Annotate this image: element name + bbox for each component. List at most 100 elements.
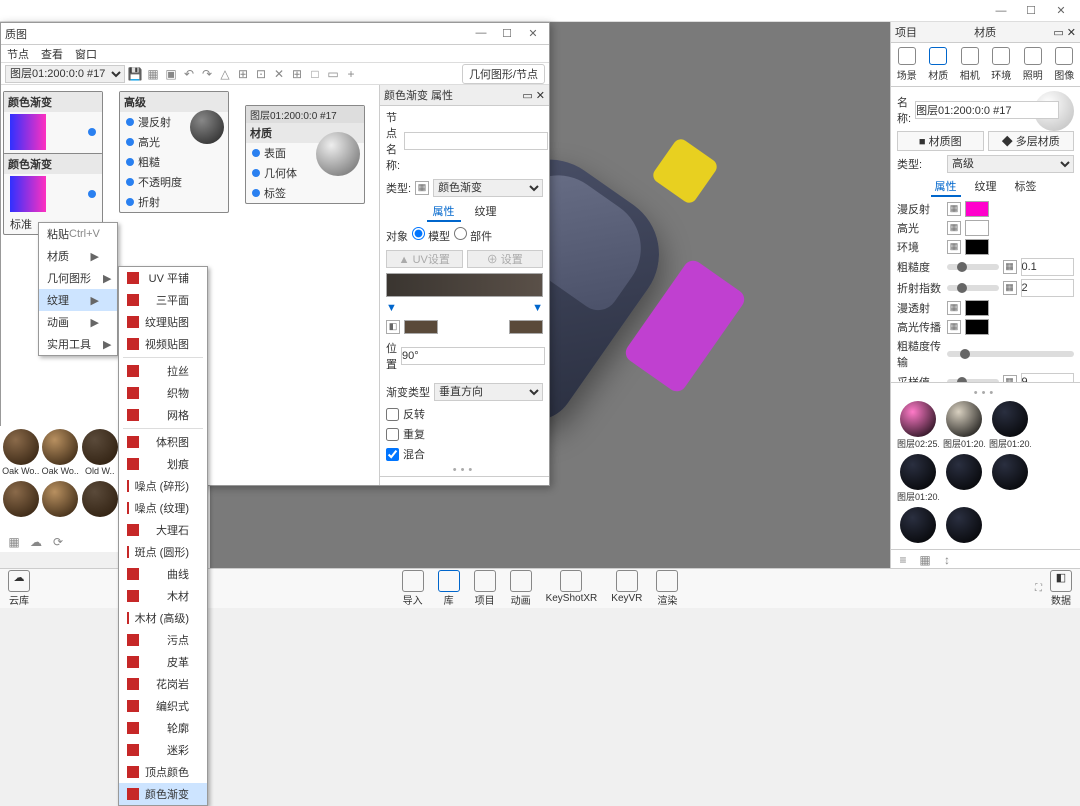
submenu-item[interactable]: UV 平铺 bbox=[119, 267, 207, 289]
close-button[interactable]: ✕ bbox=[1046, 1, 1076, 21]
chk-invert[interactable]: 反转 bbox=[380, 404, 549, 424]
menu-item[interactable]: 粘贴Ctrl+V bbox=[39, 223, 117, 245]
bottom-tab[interactable]: 库 bbox=[438, 570, 460, 607]
panel-tab[interactable]: 环境 bbox=[986, 47, 1018, 82]
menu-item[interactable]: 实用工具▶ bbox=[39, 333, 117, 355]
gradient-preview[interactable] bbox=[386, 273, 543, 297]
maximize-icon[interactable]: ☐ bbox=[495, 27, 519, 40]
submenu-item[interactable]: 颜色渐变 bbox=[119, 783, 207, 805]
close-icon[interactable]: ✕ bbox=[521, 27, 545, 40]
tool-icon[interactable]: ⊞ bbox=[235, 66, 251, 82]
tool-icon[interactable]: △ bbox=[217, 66, 233, 82]
data-button[interactable]: ◧数据 bbox=[1050, 570, 1072, 607]
grid-icon[interactable]: ▦ bbox=[917, 552, 933, 568]
position-input[interactable] bbox=[401, 347, 545, 365]
submenu-item[interactable]: 编织式 bbox=[119, 695, 207, 717]
slider[interactable] bbox=[947, 264, 999, 270]
list-icon[interactable]: ≡ bbox=[895, 552, 911, 568]
undock-icon[interactable]: ▭ bbox=[1053, 27, 1063, 39]
slider[interactable] bbox=[947, 285, 999, 291]
radio-model[interactable]: 模型 bbox=[412, 227, 450, 244]
submenu-item[interactable]: 划痕 bbox=[119, 453, 207, 475]
value-input[interactable] bbox=[1021, 258, 1075, 276]
color-swatch[interactable] bbox=[965, 239, 989, 255]
material-sphere[interactable]: 图层01:20.. bbox=[943, 401, 985, 450]
material-select[interactable]: 图层01:200:0:0 #17 bbox=[5, 65, 125, 83]
panel-tab[interactable]: 场景 bbox=[891, 47, 923, 82]
material-sphere[interactable]: 图层02:25.. bbox=[897, 401, 939, 450]
node-advanced[interactable]: 高级 漫反射 高光 粗糙 不透明度 折射 bbox=[119, 91, 229, 213]
chk-blend[interactable]: 混合 bbox=[380, 444, 549, 464]
menu-view[interactable]: 查看 bbox=[41, 46, 63, 62]
multilayer-button[interactable]: ◆ 多层材质 bbox=[988, 131, 1075, 151]
type-select[interactable]: 颜色渐变 bbox=[433, 179, 543, 197]
submenu-item[interactable]: 体积图 bbox=[119, 431, 207, 453]
slider[interactable] bbox=[947, 351, 1074, 357]
submenu-item[interactable]: 噪点 (纹理) bbox=[119, 497, 207, 519]
submenu-item[interactable]: 污点 bbox=[119, 629, 207, 651]
submenu-item[interactable]: 织物 bbox=[119, 382, 207, 404]
material-sphere[interactable] bbox=[943, 507, 985, 543]
refresh-icon[interactable]: ⟳ bbox=[50, 534, 66, 550]
cloud-library-button[interactable]: ☁云库 bbox=[8, 570, 30, 607]
subtab-label[interactable]: 标签 bbox=[1011, 177, 1041, 197]
tool-icon[interactable]: ▭ bbox=[325, 66, 341, 82]
bottom-tab[interactable]: 导入 bbox=[402, 570, 424, 607]
save-icon[interactable]: 💾 bbox=[127, 66, 143, 82]
panel-tab[interactable]: 图像 bbox=[1049, 47, 1080, 82]
maximize-button[interactable]: ☐ bbox=[1016, 1, 1046, 21]
minimize-icon[interactable]: — bbox=[469, 27, 493, 40]
material-graph-button[interactable]: ■ 材质图 bbox=[897, 131, 984, 151]
library-item[interactable]: Old W.. bbox=[81, 428, 119, 480]
submenu-item[interactable]: 大理石 bbox=[119, 519, 207, 541]
sort-icon[interactable]: ↕ bbox=[939, 552, 955, 568]
undo-icon[interactable]: ↶ bbox=[181, 66, 197, 82]
frame-icon[interactable]: ⛶ bbox=[1035, 583, 1042, 594]
tool-icon[interactable]: ⊡ bbox=[253, 66, 269, 82]
tool-icon[interactable]: + bbox=[343, 66, 359, 82]
close-icon[interactable]: ✕ bbox=[536, 90, 545, 102]
menu-item[interactable]: 材质▶ bbox=[39, 245, 117, 267]
panel-tab[interactable]: 相机 bbox=[954, 47, 986, 82]
submenu-item[interactable]: 纹理贴图 bbox=[119, 311, 207, 333]
submenu-item[interactable]: 斑点 (圆形) bbox=[119, 541, 207, 563]
color-swatch[interactable] bbox=[404, 320, 438, 334]
menu-item[interactable]: 纹理▶ bbox=[39, 289, 117, 311]
library-item[interactable] bbox=[42, 480, 80, 532]
color-swatch[interactable] bbox=[965, 319, 989, 335]
tool-icon[interactable]: ⊞ bbox=[289, 66, 305, 82]
submenu-item[interactable]: 木材 bbox=[119, 585, 207, 607]
submenu-item[interactable]: 三平面 bbox=[119, 289, 207, 311]
nodename-input[interactable] bbox=[404, 132, 548, 150]
material-sphere[interactable] bbox=[943, 454, 985, 503]
menu-node[interactable]: 节点 bbox=[7, 46, 29, 62]
panel-tab[interactable]: 材质 bbox=[923, 47, 955, 82]
slider[interactable] bbox=[947, 379, 999, 382]
undock-icon[interactable]: ▭ bbox=[522, 90, 532, 102]
chk-repeat[interactable]: 重复 bbox=[380, 424, 549, 444]
color-swatch[interactable] bbox=[965, 300, 989, 316]
tab-props[interactable]: 属性 bbox=[427, 202, 461, 222]
uv-settings-button[interactable]: ▲ UV设置 bbox=[386, 250, 463, 268]
cloud-icon[interactable]: ☁ bbox=[28, 534, 44, 550]
submenu-item[interactable]: 视频贴图 bbox=[119, 333, 207, 355]
bottom-tab[interactable]: 渲染 bbox=[656, 570, 678, 607]
submenu-item[interactable]: 迷彩 bbox=[119, 739, 207, 761]
menu-window[interactable]: 窗口 bbox=[75, 46, 97, 62]
tool-icon[interactable]: ✕ bbox=[271, 66, 287, 82]
grid-icon[interactable]: ▦ bbox=[6, 534, 22, 550]
library-item[interactable]: Oak Wo.. bbox=[42, 428, 80, 480]
minimize-button[interactable]: — bbox=[986, 1, 1016, 21]
submenu-item[interactable]: 花岗岩 bbox=[119, 673, 207, 695]
subtab-props[interactable]: 属性 bbox=[931, 177, 961, 197]
submenu-item[interactable]: 网格 bbox=[119, 404, 207, 426]
color-swatch[interactable] bbox=[965, 220, 989, 236]
submenu-item[interactable]: 皮革 bbox=[119, 651, 207, 673]
library-item[interactable] bbox=[2, 480, 40, 532]
bottom-tab[interactable]: KeyShotXR bbox=[546, 570, 598, 607]
close-icon[interactable]: ✕ bbox=[1067, 27, 1076, 39]
bottom-tab[interactable]: 动画 bbox=[510, 570, 532, 607]
type-select[interactable]: 高级 bbox=[947, 155, 1074, 173]
node-material[interactable]: 图层01:200:0:0 #17 材质 表面 几何体 标签 bbox=[245, 105, 365, 204]
material-sphere[interactable]: 图层01:20.. bbox=[897, 454, 939, 503]
